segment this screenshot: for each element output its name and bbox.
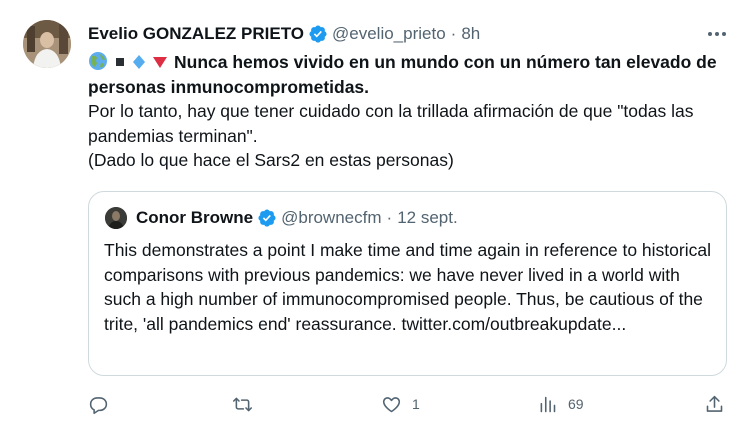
- tweet-text: Nunca hemos vivido en un mundo con un nú…: [88, 50, 728, 173]
- author-handle[interactable]: @evelio_prieto: [332, 24, 446, 44]
- quoted-avatar-photo: [105, 207, 127, 229]
- like-button[interactable]: 1: [381, 392, 420, 416]
- black-square-icon: [116, 58, 124, 66]
- verified-badge-icon: [258, 209, 276, 227]
- separator-dot: ·: [450, 24, 457, 43]
- heart-icon: [382, 396, 401, 412]
- avatar[interactable]: [23, 20, 71, 68]
- views-count: 69: [568, 396, 584, 412]
- retweet-icon: [232, 397, 253, 411]
- tweet[interactable]: Evelio GONZALEZ PRIETO @evelio_prieto · …: [0, 0, 750, 434]
- red-triangle-icon: [153, 57, 167, 68]
- like-count: 1: [412, 396, 420, 412]
- blue-diamond-icon: [133, 55, 145, 69]
- quoted-author-handle[interactable]: @brownecfm: [281, 208, 381, 228]
- share-button[interactable]: [704, 392, 725, 416]
- verified-badge-icon: [309, 25, 327, 43]
- separator-dot: ·: [386, 208, 393, 227]
- quoted-timestamp[interactable]: 12 sept.: [397, 208, 458, 228]
- retweet-button[interactable]: [232, 392, 263, 416]
- tweet-text-line: Por lo tanto, hay que tener cuidado con …: [88, 101, 694, 146]
- avatar-photo: [23, 20, 71, 68]
- quoted-tweet[interactable]: Conor Browne @brownecfm · 12 sept. This …: [88, 191, 727, 376]
- tweet-text-bold: Nunca hemos vivido en un mundo con un nú…: [88, 52, 717, 97]
- quoted-avatar[interactable]: [105, 207, 127, 229]
- tweet-text-line: (Dado lo que hace el Sars2 en estas pers…: [88, 150, 454, 170]
- globe-icon: [89, 52, 107, 70]
- author-name[interactable]: Evelio GONZALEZ PRIETO: [88, 24, 304, 44]
- quoted-author-name[interactable]: Conor Browne: [136, 208, 253, 228]
- action-bar: 1 69: [88, 392, 734, 416]
- reply-icon: [89, 396, 108, 414]
- share-icon: [706, 395, 723, 412]
- reply-button[interactable]: [88, 392, 119, 416]
- views-button[interactable]: 69: [537, 392, 584, 416]
- tweet-header: Evelio GONZALEZ PRIETO @evelio_prieto · …: [88, 22, 480, 46]
- views-chart-icon: [540, 396, 556, 412]
- quoted-tweet-text: This demonstrates a point I make time an…: [104, 240, 711, 334]
- quoted-tweet-header: Conor Browne @brownecfm · 12 sept.: [105, 206, 458, 230]
- more-options-icon[interactable]: [706, 24, 728, 44]
- timestamp[interactable]: 8h: [461, 24, 480, 44]
